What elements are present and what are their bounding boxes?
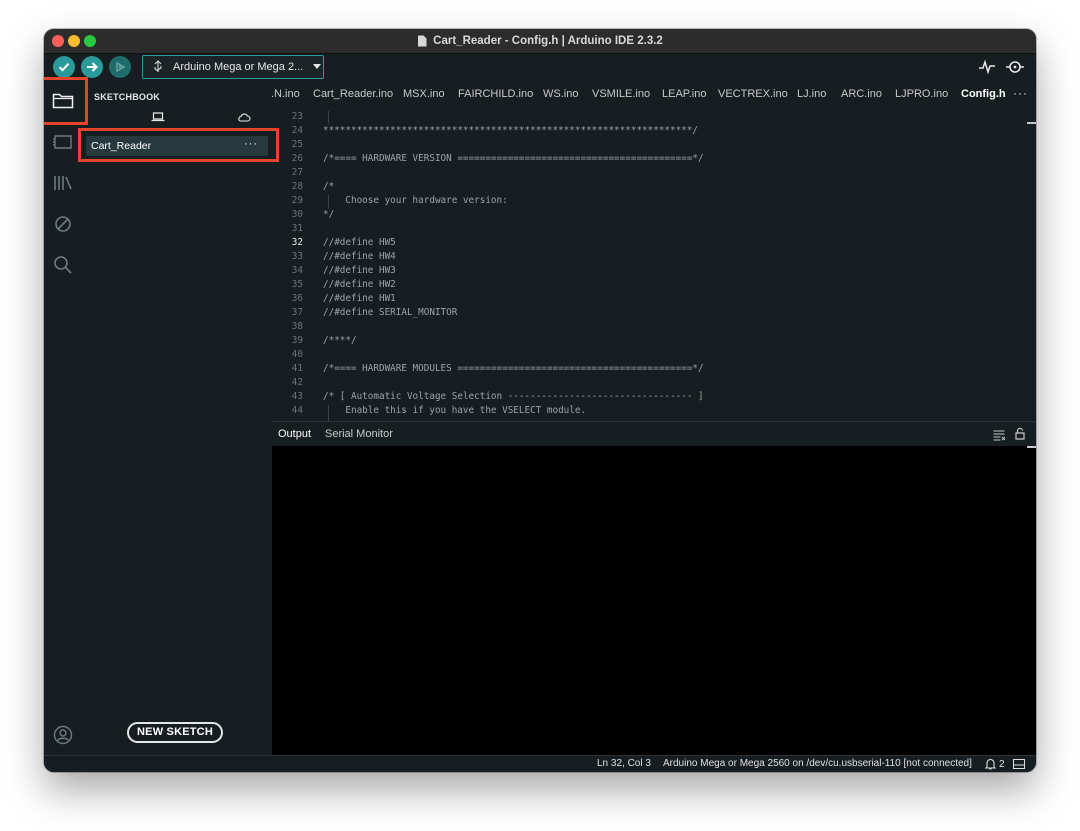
debug-icon [116,61,126,73]
code-line: 26/*==== HARDWARE VERSION ==============… [291,153,704,164]
tab-lj[interactable]: LJ.ino [797,88,826,100]
upload-button[interactable] [81,56,103,78]
indent-guide [328,405,329,421]
serial-monitor-button[interactable] [1004,58,1026,76]
output-scrollbar[interactable] [1027,446,1036,448]
tab-output[interactable]: Output [278,428,311,440]
pulse-icon [979,59,995,75]
tab-serial-monitor[interactable]: Serial Monitor [325,428,393,440]
usb-icon [154,60,162,72]
clear-output-icon [993,430,1006,441]
no-debug-icon [55,216,71,232]
tab-cart-reader[interactable]: Cart_Reader.ino [313,88,393,100]
document-icon [418,35,427,47]
status-bar: Ln 32, Col 3 Arduino Mega or Mega 2560 o… [44,755,1036,772]
code-line: 24 **************************************… [291,125,699,136]
tab-config-h[interactable]: Config.h [961,88,1006,100]
sidebar-title: SKETCHBOOK [94,92,161,102]
code-line: 44 Enable this if you have the VSELECT m… [291,405,587,416]
bell-icon [985,758,996,770]
code-line: 33//#define HW4 [291,251,396,262]
code-line-active: 32//#define HW5 [291,237,396,248]
code-line: 38 [291,321,303,332]
tab-vsmile[interactable]: VSMILE.ino [592,88,650,100]
tab-vectrex[interactable]: VECTREX.ino [718,88,788,100]
clear-output-button[interactable] [993,428,1006,441]
account-button[interactable] [51,723,75,747]
indent-guide [328,195,329,209]
code-line: 43/* [ Automatic Voltage Selection -----… [291,391,704,402]
editor-scrollbar[interactable] [1027,122,1036,124]
output-console[interactable] [272,446,1036,755]
magnifier-icon [1006,61,1024,73]
new-sketch-button[interactable]: NEW SKETCH [127,722,223,743]
title-bar: Cart_Reader - Config.h | Arduino IDE 2.3… [44,29,1036,54]
sketch-highlight-box [78,128,279,162]
code-line: 35//#define HW2 [291,279,396,290]
code-line: 27 [291,167,303,178]
code-line: 34//#define HW3 [291,265,396,276]
notification-count: 2 [999,758,1005,770]
library-manager-button[interactable] [51,171,75,195]
notifications-button[interactable]: 2 [985,758,1005,770]
tabs-more-button[interactable]: ··· [1013,86,1028,100]
lock-icon [1015,427,1025,440]
activity-bar [44,84,82,772]
arrow-right-icon [87,62,98,72]
code-line: 39/****/ [291,335,357,346]
tab-fairchild[interactable]: FAIRCHILD.ino [458,88,533,100]
toolbar: Arduino Mega or Mega 2... [44,54,1036,84]
search-icon [54,256,72,274]
ide-window: Cart_Reader - Config.h | Arduino IDE 2.3… [44,29,1036,772]
code-editor[interactable]: 23 24 ***********************************… [272,108,1036,421]
editor-tabs: .N.ino Cart_Reader.ino MSX.ino FAIRCHILD… [272,84,1036,108]
code-line: 41/*==== HARDWARE MODULES ==============… [291,363,704,374]
code-line: 42 [291,377,303,388]
sketchbook-highlight-box [44,77,88,125]
code-line: 29 Choose your hardware version: [291,195,508,206]
library-icon [54,176,72,190]
verify-button[interactable] [53,56,75,78]
search-button[interactable] [51,253,75,277]
code-line: 23 [291,111,303,122]
toggle-panel-button[interactable] [1013,759,1025,769]
chevron-down-icon [313,64,322,69]
board-selector[interactable]: Arduino Mega or Mega 2... [142,55,324,79]
panel-toggle-icon [1013,759,1025,769]
tab-ws[interactable]: WS.ino [543,88,578,100]
indent-guide [328,111,329,124]
sketchbook-sidebar: SKETCHBOOK Cart_Reader ··· NEW SKETCH [82,84,272,756]
code-line: 37//#define SERIAL_MONITOR [291,307,458,318]
account-icon [53,725,73,745]
cloud-icon [238,113,251,122]
tab-ljpro[interactable]: LJPRO.ino [895,88,948,100]
code-line: 40 [291,349,303,360]
serial-plotter-button[interactable] [978,58,996,76]
output-panel-header: Output Serial Monitor [272,421,1036,446]
debug-view-button[interactable] [51,212,75,236]
scroll-lock-button[interactable] [1014,427,1026,440]
board-port-status[interactable]: Arduino Mega or Mega 2560 on /dev/cu.usb… [663,758,972,769]
code-line: 28/* [291,181,335,192]
board-label: Arduino Mega or Mega 2... [173,61,304,73]
cursor-position[interactable]: Ln 32, Col 3 [597,758,651,769]
boards-manager-button[interactable] [51,130,75,154]
laptop-icon [151,112,165,122]
code-line: 25 [291,139,303,150]
debug-button[interactable] [109,56,131,78]
code-line: 30 */ [291,209,335,220]
board-icon [53,135,72,149]
tab-leap[interactable]: LEAP.ino [662,88,706,100]
code-line: 31 [291,223,303,234]
code-line: 36//#define HW1 [291,293,396,304]
tab-n-ino[interactable]: .N.ino [272,88,300,100]
tab-arc[interactable]: ARC.ino [841,88,882,100]
cloud-sketchbook-tab[interactable] [234,112,254,128]
tab-msx[interactable]: MSX.ino [403,88,445,100]
check-icon [58,63,70,72]
window-title: Cart_Reader - Config.h | Arduino IDE 2.3… [433,35,663,47]
